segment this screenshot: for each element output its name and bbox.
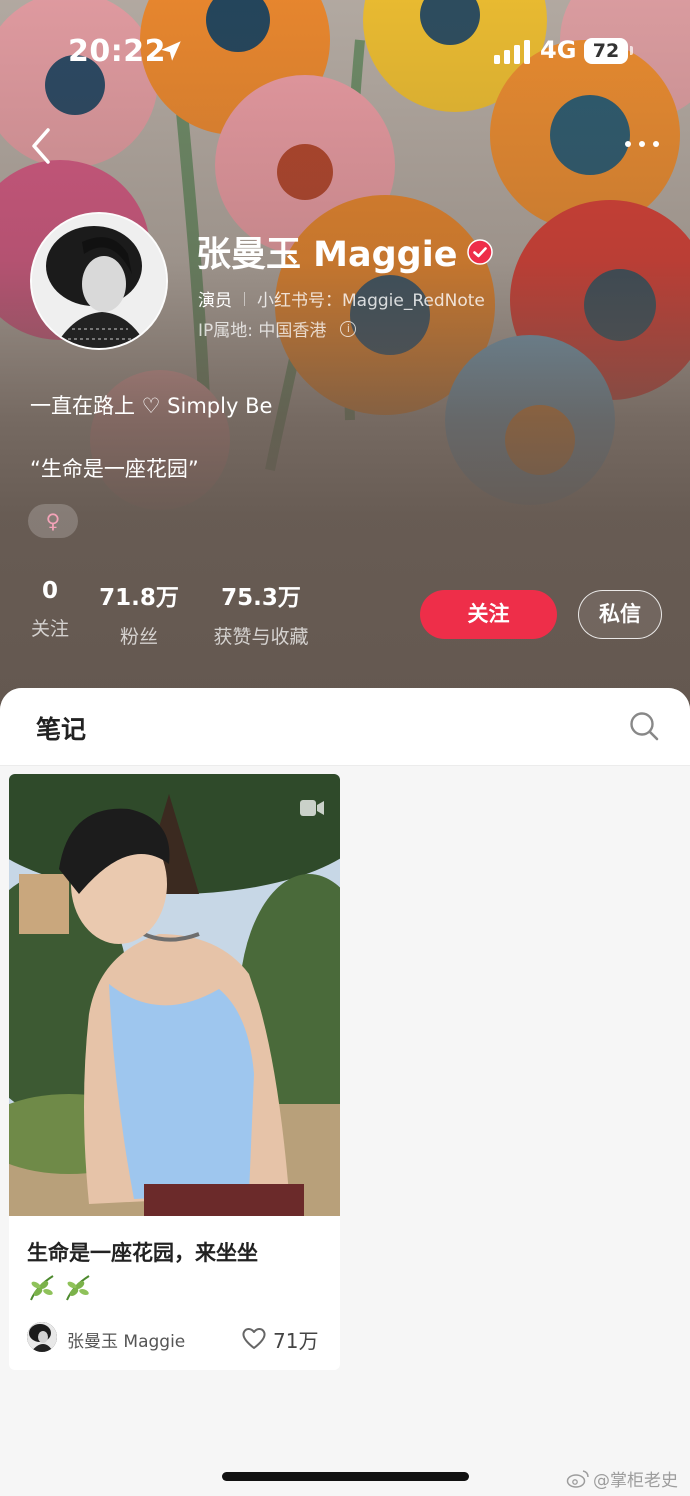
ip-location: IP属地: 中国香港 i — [198, 316, 357, 341]
stat-followers[interactable]: 71.8万 粉丝 — [98, 578, 180, 649]
stat-following-value: 0 — [41, 578, 58, 604]
home-indicator[interactable] — [222, 1472, 469, 1481]
status-time: 20:22 — [68, 34, 166, 69]
leaf-icon — [30, 1275, 54, 1301]
stat-following[interactable]: 0 关注 — [28, 578, 72, 641]
bio-line-1: 一直在路上 ♡ Simply Be — [30, 394, 273, 418]
back-icon[interactable] — [26, 124, 58, 168]
author-avatar-portrait — [27, 1322, 57, 1352]
profile-role: 演员 — [198, 291, 232, 311]
watermark-text: @掌柜老史 — [593, 1471, 678, 1491]
stat-likes-value: 75.3万 — [221, 585, 301, 611]
stat-likes-label: 获赞与收藏 — [213, 626, 309, 648]
ip-location-text: IP属地: 中国香港 — [198, 321, 327, 341]
note-cover-image[interactable] — [9, 774, 340, 1216]
avatar[interactable] — [30, 212, 168, 350]
status-bar: 20:22 4G 72 — [0, 30, 690, 74]
note-title-emoji — [27, 1272, 93, 1302]
more-icon[interactable] — [620, 130, 664, 158]
verified-badge-icon — [467, 238, 494, 265]
location-arrow-icon — [161, 41, 181, 61]
profile-name: 张曼玉 Maggie — [196, 235, 458, 275]
stat-followers-label: 粉丝 — [119, 626, 158, 648]
redbook-id[interactable]: 小红书号：Maggie_RedNote — [257, 286, 485, 311]
note-title[interactable]: 生命是一座花园，来坐坐 — [27, 1236, 327, 1270]
signal-icon — [494, 40, 530, 64]
profile-meta: 演员 小红书号：Maggie_RedNote — [198, 286, 485, 311]
note-footer: 张曼玉 Maggie 71万 — [27, 1322, 327, 1354]
note-author[interactable]: 张曼玉 Maggie — [67, 1327, 185, 1352]
stat-following-label: 关注 — [30, 618, 69, 640]
weibo-icon — [566, 1469, 589, 1488]
gender-badge: ♀ — [28, 504, 78, 538]
message-button[interactable]: 私信 — [578, 590, 662, 639]
profile-name-row: 张曼玉 Maggie — [196, 226, 494, 277]
battery-level: 72 — [584, 38, 628, 64]
battery-tip — [630, 46, 633, 55]
stat-likes-collects[interactable]: 75.3万 获赞与收藏 — [204, 578, 318, 649]
heart-icon[interactable] — [241, 1326, 267, 1350]
notes-tab-bar: 笔记 — [0, 688, 690, 766]
network-type: 4G — [540, 36, 577, 64]
search-icon[interactable] — [628, 710, 660, 742]
tab-notes[interactable]: 笔记 — [36, 710, 86, 746]
info-icon[interactable]: i — [340, 320, 357, 337]
watermark: @掌柜老史 — [566, 1466, 678, 1491]
bio-line-2: “生命是一座花园” — [30, 457, 199, 481]
avatar-portrait — [32, 214, 166, 348]
follow-button[interactable]: 关注 — [420, 590, 557, 639]
author-avatar[interactable] — [27, 1322, 57, 1352]
note-card[interactable]: 生命是一座花园，来坐坐 张曼玉 Maggie 71万 — [9, 774, 340, 1370]
video-play-icon — [300, 800, 324, 816]
stat-followers-value: 71.8万 — [99, 585, 179, 611]
notes-panel: 笔记 生命是一座花园，来坐坐 张曼玉 Maggie 71万 — [0, 688, 690, 1496]
leaf-icon — [66, 1275, 90, 1301]
note-likes: 71万 — [273, 1329, 319, 1353]
cover-photo-illustration — [9, 774, 340, 1216]
meta-divider — [244, 291, 245, 306]
